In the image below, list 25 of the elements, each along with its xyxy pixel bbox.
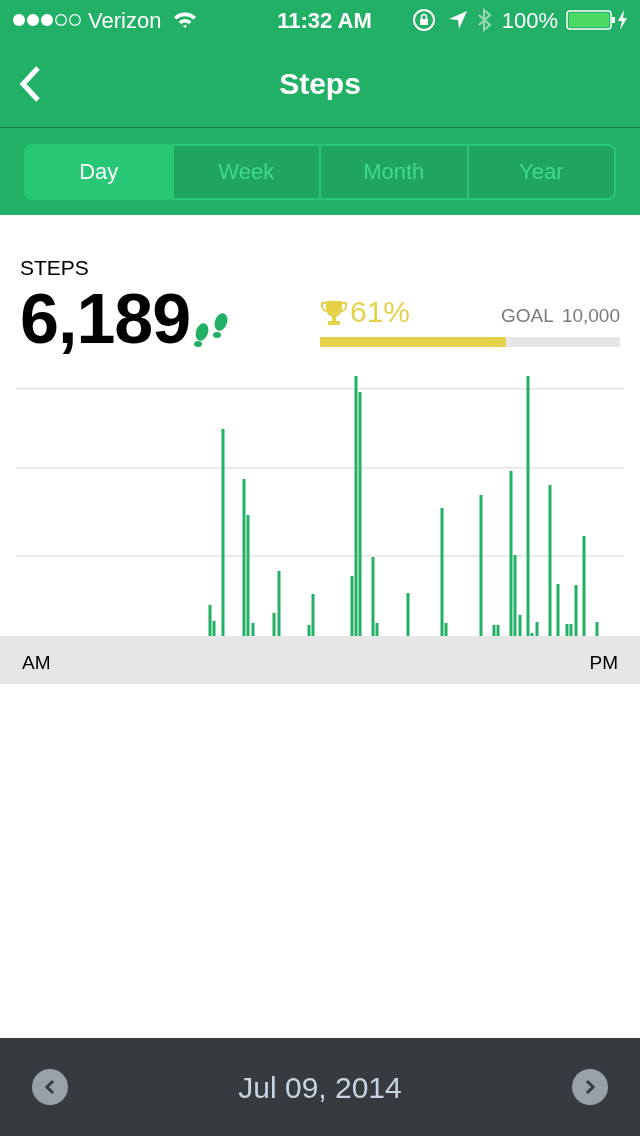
previous-day-button[interactable] bbox=[32, 1069, 68, 1105]
steps-label: STEPS bbox=[20, 257, 90, 278]
goal-percent: 61% bbox=[350, 297, 411, 327]
screen-title: Steps bbox=[279, 66, 361, 102]
wifi-icon bbox=[173, 11, 198, 29]
battery-icon bbox=[566, 9, 628, 31]
carrier-name: Verizon bbox=[88, 6, 162, 35]
axis-end-label: PM bbox=[589, 650, 618, 675]
steps-count: 6,189 bbox=[20, 284, 191, 354]
battery-percent: 100% bbox=[501, 6, 558, 35]
location-arrow-icon bbox=[447, 10, 468, 30]
status-time: 11:32 AM bbox=[276, 6, 372, 35]
signal-icon bbox=[12, 13, 84, 27]
back-chevron-icon bbox=[19, 64, 41, 103]
goal-label: GOAL bbox=[501, 306, 554, 325]
period-tab[interactable]: Day bbox=[26, 145, 172, 198]
bluetooth-icon bbox=[477, 8, 492, 32]
trophy-icon bbox=[320, 299, 348, 327]
selected-date: Jul 09, 2014 bbox=[238, 1069, 402, 1106]
axis-start-label: AM bbox=[22, 650, 51, 675]
goal-value: 10,000 bbox=[561, 306, 620, 325]
rotation-lock-icon bbox=[411, 8, 436, 32]
chevron-right-icon bbox=[583, 1079, 597, 1095]
chevron-left-icon bbox=[43, 1079, 57, 1095]
next-day-button[interactable] bbox=[572, 1069, 608, 1105]
